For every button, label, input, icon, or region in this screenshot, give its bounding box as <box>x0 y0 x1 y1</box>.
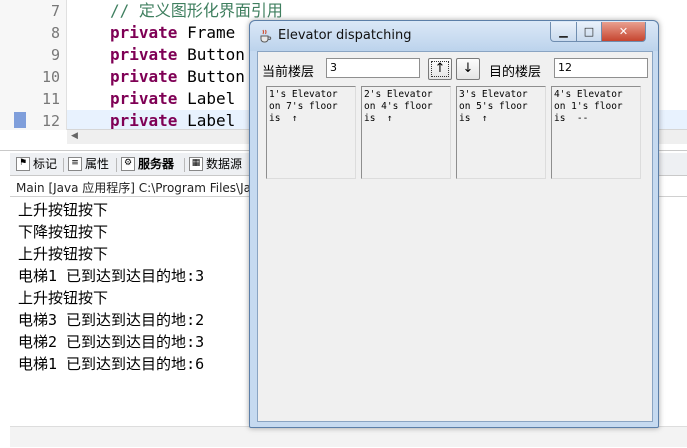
close-icon: ✕ <box>618 25 629 38</box>
console-line: 电梯3 已到达到达目的地:2 <box>18 311 205 329</box>
code-type: Label <box>187 111 236 130</box>
current-floor-label: 当前楼层 <box>262 65 315 80</box>
console-title: Main [Java 应用程序] C:\Program Files\Ja <box>16 181 251 195</box>
line-number: 7 <box>50 2 60 20</box>
console-line: 电梯1 已到达到达目的地:6 <box>18 355 205 373</box>
code-line: private Label <box>110 88 235 110</box>
elevator-status-text: 2's Elevator on 4's floor is ↑ <box>364 89 433 124</box>
window-title: Elevator dispatching <box>278 28 412 43</box>
minimize-icon: ▁ <box>559 25 568 38</box>
target-floor-input[interactable]: 12 <box>554 58 648 78</box>
line-number: 11 <box>41 90 60 108</box>
tab-markers[interactable]: ⚑ 标记 <box>16 155 57 173</box>
tab-separator <box>63 158 64 172</box>
code-keyword: private <box>110 111 178 130</box>
elevator-status-1: 1's Elevator on 7's floor is ↑ <box>266 86 356 179</box>
code-keyword: private <box>110 89 178 108</box>
elevator-status-text: 4's Elevator on 1's floor is -- <box>554 89 623 124</box>
code-type: Label <box>187 89 236 108</box>
tab-separator <box>184 158 185 172</box>
console-line: 电梯2 已到达到达目的地:3 <box>18 333 205 351</box>
code-line: private Button <box>110 44 245 66</box>
elevator-window: Elevator dispatching ▁ □ ✕ 当前楼层 3 ↑ ↓ 目的… <box>249 20 659 428</box>
tab-label: 数据源 <box>206 157 243 171</box>
maximize-button[interactable]: □ <box>576 22 602 42</box>
minimize-button[interactable]: ▁ <box>550 22 577 42</box>
elevator-status-4: 4's Elevator on 1's floor is -- <box>551 86 641 179</box>
elevator-status-text: 1's Elevator on 7's floor is ↑ <box>269 89 338 124</box>
elevator-status-text: 3's Elevator on 5's floor is ↑ <box>459 89 528 124</box>
line-number: 8 <box>50 24 60 42</box>
tab-datasource[interactable]: ▦ 数据源 <box>189 155 242 173</box>
code-line: private Button <box>110 66 245 88</box>
scroll-left-icon[interactable]: ◀ <box>71 131 78 141</box>
window-content: 当前楼层 3 ↑ ↓ 目的楼层 12 1's Elevator on 7's f… <box>257 51 653 422</box>
code-comment: // 定义图形化界面引用 <box>110 1 283 20</box>
current-floor-input[interactable]: 3 <box>326 58 420 78</box>
tab-properties[interactable]: ≡ 属性 <box>68 155 109 173</box>
close-button[interactable]: ✕ <box>601 22 646 42</box>
console-line: 电梯1 已到达到达目的地:3 <box>18 267 205 285</box>
code-type: Button <box>187 45 245 64</box>
code-type: Button <box>187 67 245 86</box>
console-line: 上升按钮按下 <box>18 201 109 219</box>
target-floor-label: 目的楼层 <box>489 65 542 80</box>
console-horizontal-scrollbar[interactable] <box>10 426 687 447</box>
change-marker-icon <box>14 112 26 128</box>
properties-icon: ≡ <box>68 157 82 171</box>
maximize-icon: □ <box>583 25 595 38</box>
markers-icon: ⚑ <box>16 157 30 171</box>
tab-label: 标记 <box>33 157 58 171</box>
line-number: 9 <box>50 46 60 64</box>
code-keyword: private <box>110 67 178 86</box>
servers-icon: ⚙ <box>121 157 135 171</box>
console-line: 上升按钮按下 <box>18 245 109 263</box>
line-number-gutter: 7 8 9 10 11 12 <box>0 0 67 130</box>
up-button[interactable]: ↑ <box>428 58 452 80</box>
console-line: 下降按钮按下 <box>18 223 109 241</box>
elevator-status-2: 2's Elevator on 4's floor is ↑ <box>361 86 451 179</box>
code-line: private Frame <box>110 22 235 44</box>
datasource-icon: ▦ <box>189 157 203 171</box>
window-titlebar[interactable]: Elevator dispatching ▁ □ ✕ <box>250 21 658 51</box>
java-cup-icon <box>260 29 272 43</box>
code-keyword: private <box>110 45 178 64</box>
down-button[interactable]: ↓ <box>456 58 480 80</box>
code-keyword: private <box>110 23 178 42</box>
line-number: 10 <box>41 68 60 86</box>
tab-label: 属性 <box>85 157 110 171</box>
line-number: 12 <box>41 112 60 130</box>
console-line: 上升按钮按下 <box>18 289 109 307</box>
tab-separator <box>116 158 117 172</box>
code-type: Frame <box>187 23 236 42</box>
tab-servers[interactable]: ⚙ 服务器 <box>121 155 174 173</box>
elevator-status-3: 3's Elevator on 5's floor is ↑ <box>456 86 546 179</box>
tab-label: 服务器 <box>138 157 175 171</box>
